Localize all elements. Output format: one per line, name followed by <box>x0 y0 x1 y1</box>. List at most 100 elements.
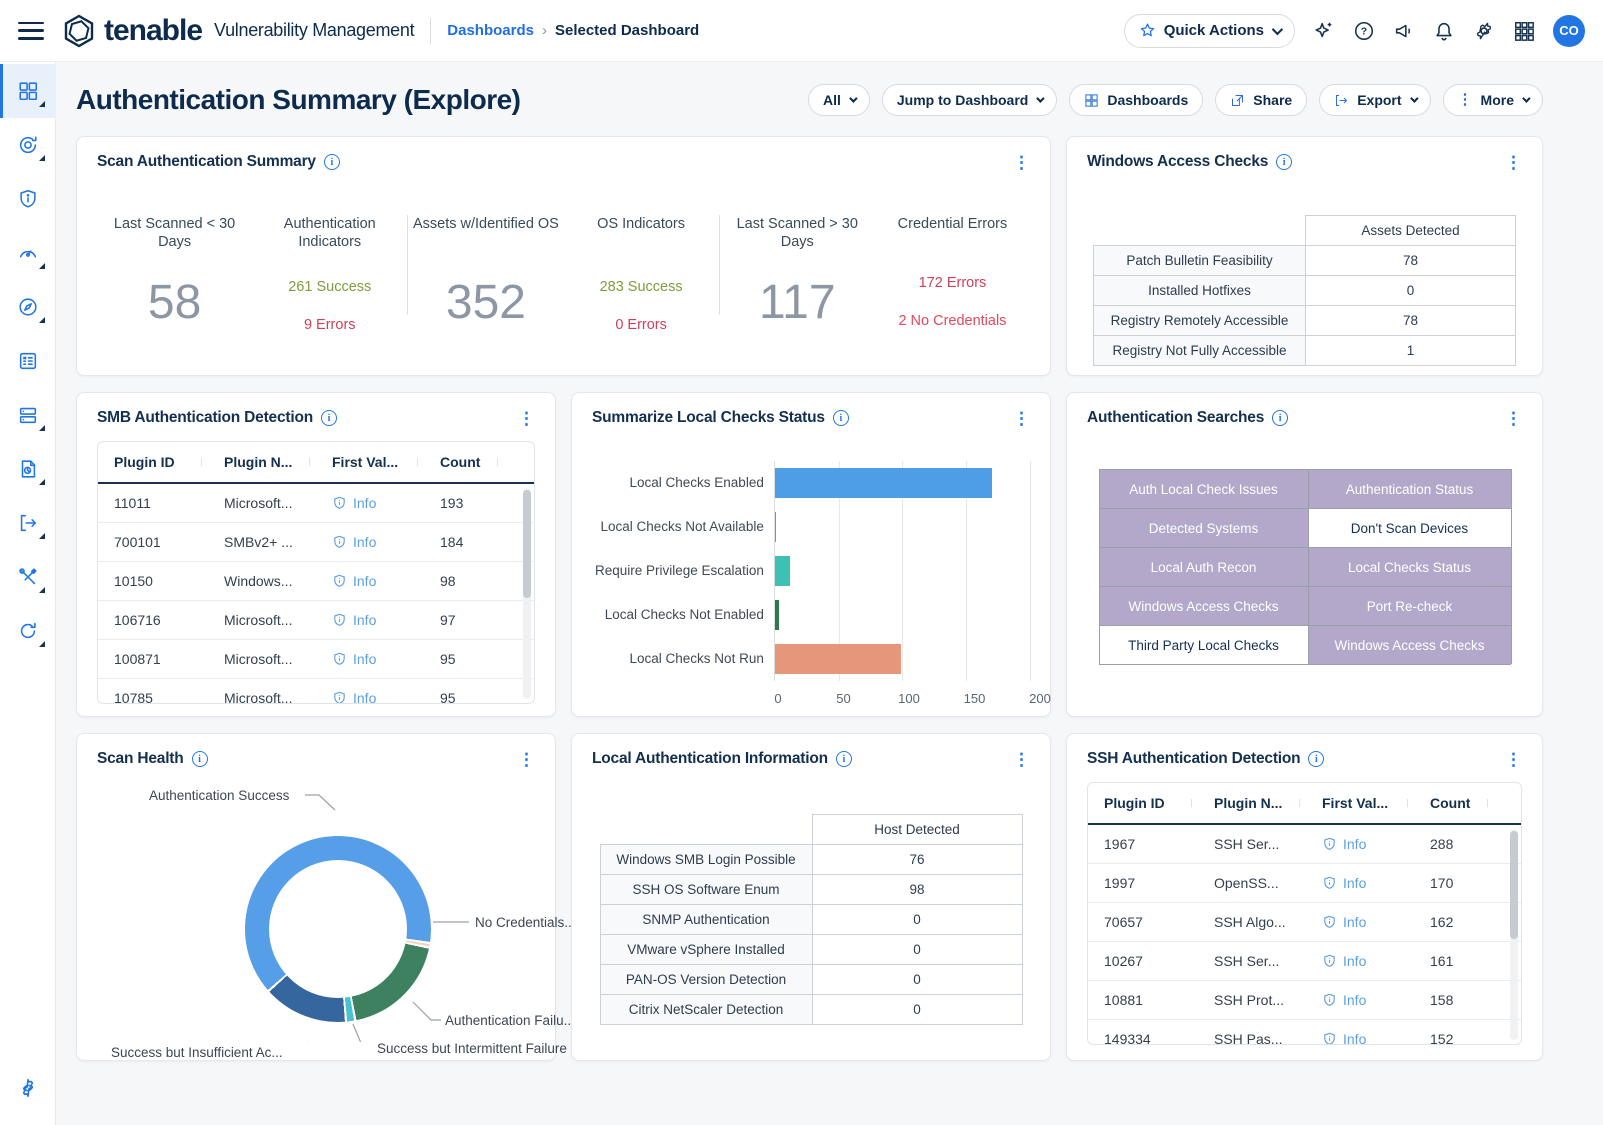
search-cell-local-checks-status[interactable]: Local Checks Status <box>1309 547 1512 586</box>
search-cell-detected-systems[interactable]: Detected Systems <box>1100 508 1309 547</box>
search-cell-windows-access-checks[interactable]: Windows Access Checks <box>1100 586 1309 625</box>
info-icon[interactable]: i <box>836 751 852 767</box>
filter-all-dropdown[interactable]: All <box>808 84 870 116</box>
row-value: 98 <box>812 875 1022 905</box>
info-icon[interactable]: i <box>321 410 337 426</box>
bar-local-checks-not-available[interactable] <box>775 512 776 542</box>
svg-text:?: ? <box>1361 26 1367 37</box>
table-row: PAN-OS Version Detection0 <box>600 965 1022 995</box>
left-sidebar <box>0 62 56 1125</box>
bar-local-checks-not-run[interactable] <box>775 644 901 674</box>
sidebar-item-checklist[interactable] <box>0 334 56 388</box>
jump-to-dashboard-dropdown[interactable]: Jump to Dashboard <box>882 84 1057 116</box>
info-link[interactable]: Info <box>332 690 424 704</box>
metric-label: Last Scanned < 30 Days <box>97 215 252 253</box>
info-icon[interactable]: i <box>192 751 208 767</box>
search-cell-dont-scan-devices[interactable]: Don't Scan Devices <box>1309 508 1512 547</box>
plugin-id-cell: 700101 <box>98 534 208 550</box>
card-menu-kebab-icon[interactable]: ⋮ <box>518 410 535 427</box>
sidebar-item-reports[interactable] <box>0 442 56 496</box>
card-menu-kebab-icon[interactable]: ⋮ <box>1505 154 1522 171</box>
info-icon[interactable]: i <box>1276 154 1292 170</box>
metric-label: Last Scanned > 30 Days <box>720 215 875 253</box>
sidebar-item-settings[interactable] <box>0 1061 56 1115</box>
more-dropdown[interactable]: ⋮ More <box>1443 84 1543 116</box>
sidebar-item-tools[interactable] <box>0 550 56 604</box>
info-link[interactable]: Info <box>1322 953 1414 969</box>
search-cell-port-re-check[interactable]: Port Re-check <box>1309 586 1512 625</box>
info-link[interactable]: Info <box>1322 914 1414 930</box>
share-button[interactable]: Share <box>1215 84 1307 116</box>
sidebar-item-dashboards[interactable] <box>0 64 56 118</box>
sidebar-item-findings[interactable] <box>0 172 56 226</box>
sidebar-item-recast[interactable] <box>0 604 56 658</box>
info-link[interactable]: Info <box>332 495 424 511</box>
info-link[interactable]: Info <box>332 612 424 628</box>
bar-local-checks-enabled[interactable] <box>775 468 992 498</box>
row-value: 0 <box>812 995 1022 1025</box>
scrollbar-track[interactable] <box>1510 829 1518 1040</box>
export-dropdown[interactable]: Export <box>1319 84 1430 116</box>
settings-gear-icon[interactable] <box>1473 20 1495 42</box>
info-link[interactable]: Info <box>1322 836 1414 852</box>
brand-logo[interactable]: tenable Vulnerability Management <box>62 14 414 48</box>
bar-local-checks-not-enabled[interactable] <box>775 600 779 630</box>
scrollbar-track[interactable] <box>523 488 531 699</box>
help-icon[interactable]: ? <box>1353 20 1375 42</box>
row-label: VMware vSphere Installed <box>600 935 812 965</box>
donut-ring[interactable] <box>245 836 431 1022</box>
info-icon[interactable]: i <box>1272 410 1288 426</box>
search-cell-local-auth-recon[interactable]: Local Auth Recon <box>1100 547 1309 586</box>
sidebar-item-exports[interactable] <box>0 496 56 550</box>
notifications-bell-icon[interactable] <box>1433 20 1455 42</box>
info-link[interactable]: Info <box>332 651 424 667</box>
card-menu-kebab-icon[interactable]: ⋮ <box>1013 751 1030 768</box>
breadcrumb-separator: › <box>542 22 547 39</box>
table-row: Patch Bulletin Feasibility78 <box>1094 246 1516 276</box>
info-link[interactable]: Info <box>1322 1031 1414 1045</box>
card-menu-kebab-icon[interactable]: ⋮ <box>1505 751 1522 768</box>
search-cell-authentication-status[interactable]: Authentication Status <box>1309 469 1512 508</box>
info-link[interactable]: Info <box>1322 875 1414 891</box>
info-link[interactable]: Info <box>332 573 424 589</box>
refresh-icon <box>17 620 39 642</box>
plugin-id-cell: 10785 <box>98 690 208 704</box>
card-local-authentication-information: Local Authentication Information i ⋮ Hos… <box>571 733 1051 1061</box>
sidebar-item-lumin[interactable] <box>0 226 56 280</box>
filter-all-label: All <box>823 92 841 108</box>
card-menu-kebab-icon[interactable]: ⋮ <box>1505 410 1522 427</box>
count-cell: 97 <box>424 612 504 628</box>
announcements-megaphone-icon[interactable] <box>1393 20 1415 42</box>
app-launcher-grid-icon[interactable] <box>1513 20 1535 42</box>
user-avatar[interactable]: CO <box>1553 15 1585 47</box>
dashboards-button[interactable]: Dashboards <box>1069 84 1203 116</box>
plugin-id-cell: 1967 <box>1088 836 1198 852</box>
scrollbar-thumb[interactable] <box>523 490 531 598</box>
shield-info-icon <box>1322 953 1337 969</box>
info-icon[interactable]: i <box>1308 751 1324 767</box>
sidebar-item-assets[interactable] <box>0 388 56 442</box>
plugin-name-cell: SSH Ser... <box>1198 836 1306 852</box>
sidebar-item-explore[interactable] <box>0 280 56 334</box>
ai-sparkle-icon[interactable] <box>1313 20 1335 42</box>
info-link[interactable]: Info <box>332 534 424 550</box>
card-menu-kebab-icon[interactable]: ⋮ <box>1013 410 1030 427</box>
bar-require-privilege-escalation[interactable] <box>775 556 790 586</box>
scrollbar-thumb[interactable] <box>1510 831 1518 939</box>
export-icon <box>1334 93 1349 108</box>
info-link-label: Info <box>353 651 376 667</box>
sidebar-item-scans[interactable] <box>0 118 56 172</box>
grid-icon <box>1084 93 1099 108</box>
search-cell-windows-access-checks-2[interactable]: Windows Access Checks <box>1309 625 1512 664</box>
quick-actions-button[interactable]: Quick Actions <box>1124 14 1295 48</box>
search-cell-auth-local-check-issues[interactable]: Auth Local Check Issues <box>1100 469 1309 508</box>
card-menu-kebab-icon[interactable]: ⋮ <box>1013 154 1030 171</box>
breadcrumb-dashboards-link[interactable]: Dashboards <box>447 22 534 39</box>
hamburger-menu-icon[interactable] <box>18 22 44 40</box>
info-icon[interactable]: i <box>324 154 340 170</box>
search-cell-third-party-local-checks[interactable]: Third Party Local Checks <box>1100 625 1309 664</box>
card-menu-kebab-icon[interactable]: ⋮ <box>518 751 535 768</box>
info-icon[interactable]: i <box>833 410 849 426</box>
info-link[interactable]: Info <box>1322 992 1414 1008</box>
card-windows-access-checks: Windows Access Checks i ⋮ Assets Detecte… <box>1066 136 1543 376</box>
